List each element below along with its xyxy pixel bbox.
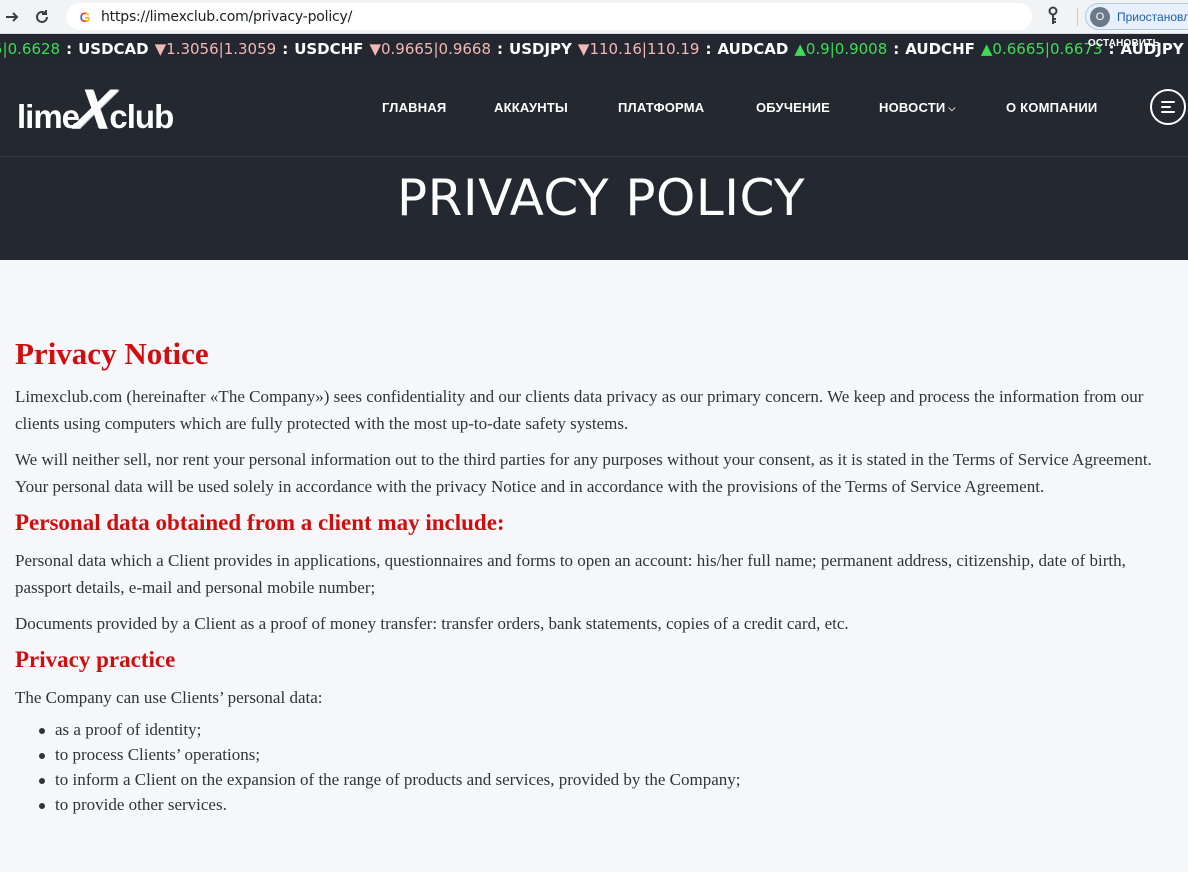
ticker-item: : USDCAD ▼ 1.3056|1.3059 <box>60 40 276 58</box>
ticker-quote: 0.9665|0.9668 <box>380 40 492 58</box>
currency-ticker: 5|0.6628 :USDCAD▼1.3056|1.3059:USDCHF▼0.… <box>0 34 1188 62</box>
nav-accounts[interactable]: АККАУНТЫ <box>494 100 568 115</box>
arrow-down-icon: ▼ <box>154 40 167 58</box>
nav-education[interactable]: ОБУЧЕНИЕ <box>756 100 830 115</box>
avatar: О <box>1090 6 1110 27</box>
nav-home[interactable]: ГЛАВНАЯ <box>382 100 446 115</box>
title-band: PRIVACY POLICY <box>0 156 1188 260</box>
site-header: limeXclub ГЛАВНАЯ АККАУНТЫ ПЛАТФОРМА ОБУ… <box>0 62 1188 156</box>
nav-news[interactable]: НОВОСТИ ⌵ <box>879 100 955 115</box>
nav-news-label: НОВОСТИ <box>879 100 946 115</box>
personal-data-heading: Personal data obtained from a client may… <box>15 510 505 535</box>
ticker-symbol: USDCAD <box>78 40 149 58</box>
ticker-leading-quote: 5|0.6628 <box>0 40 61 58</box>
notice-paragraph-2: We will neither sell, nor rent your pers… <box>15 450 1152 496</box>
personal-paragraph-2: Documents provided by a Client as a proo… <box>15 614 849 633</box>
google-icon: G <box>75 9 95 25</box>
privacy-notice-heading: Privacy Notice <box>15 336 209 371</box>
practice-list: as a proof of identity; to process Clien… <box>15 717 1185 817</box>
policy-content: Privacy Notice Limexclub.com (hereinafte… <box>15 336 1185 817</box>
profile-status: Приостановл <box>1117 9 1188 24</box>
ticker-separator: : <box>66 40 73 58</box>
ticker-quote: 1.3056|1.3059 <box>166 40 277 58</box>
ticker-quote: 0.9|0.9008 <box>805 40 888 58</box>
arrow-up-icon: ▲ <box>980 40 993 58</box>
url-text: https://limexclub.com/privacy-policy/ <box>101 8 353 25</box>
chevron-down-icon: ⌵ <box>948 103 956 113</box>
arrow-down-icon: ▼ <box>369 40 381 58</box>
reload-icon[interactable] <box>30 5 54 29</box>
ticker-separator: : <box>705 40 712 58</box>
ticker-item: : USDCHF ▼ 0.9665|0.9668 <box>276 40 491 58</box>
ticker-item: : AUDCHF ▲ 0.6665|0.6673 <box>887 40 1102 58</box>
address-bar[interactable]: G https://limexclub.com/privacy-policy/ <box>66 3 1032 30</box>
ticker-quote: 0.6665|0.6673 <box>992 40 1103 58</box>
profile-button[interactable]: О Приостановл <box>1085 3 1188 30</box>
ticker-track: 5|0.6628 :USDCAD▼1.3056|1.3059:USDCHF▼0.… <box>0 40 1188 58</box>
key-icon[interactable] <box>1045 6 1061 28</box>
ticker-symbol: USDCHF <box>294 40 364 58</box>
browser-toolbar: G https://limexclub.com/privacy-policy/ … <box>0 0 1188 34</box>
practice-intro: The Company can use Clients’ personal da… <box>15 688 323 707</box>
arrow-up-icon: ▲ <box>794 40 806 58</box>
arrow-down-icon: ▼ <box>577 40 590 58</box>
nav-about[interactable]: О КОМПАНИИ <box>1006 100 1097 115</box>
nav-platform[interactable]: ПЛАТФОРМА <box>618 100 704 115</box>
personal-paragraph-1: Personal data which a Client provides in… <box>15 551 1126 597</box>
list-item: as a proof of identity; <box>39 717 1185 742</box>
ticker-symbol: AUDCAD <box>717 40 789 58</box>
ticker-separator: : <box>282 40 289 58</box>
ticker-item: : AUDCAD ▲ 0.9|0.9008 <box>699 40 887 58</box>
ticker-separator: : <box>497 40 504 58</box>
toolbar-divider <box>1077 8 1078 26</box>
list-item: to process Clients’ operations; <box>39 742 1185 767</box>
forward-arrow-icon[interactable] <box>0 5 24 29</box>
main-nav: ГЛАВНАЯ АККАУНТЫ ПЛАТФОРМА ОБУЧЕНИЕ НОВО… <box>0 62 1188 156</box>
privacy-practice-heading: Privacy practice <box>15 647 176 672</box>
ticker-pause-button[interactable]: ОСТАНОВИТЬ <box>1088 38 1160 49</box>
hamburger-menu-icon[interactable] <box>1150 89 1186 125</box>
ticker-separator: : <box>893 40 900 58</box>
page-title: PRIVACY POLICY <box>396 169 806 227</box>
ticker-symbol: USDJPY <box>509 40 572 58</box>
list-item: to inform a Client on the expansion of t… <box>39 767 1185 792</box>
list-item: to provide other services. <box>39 792 1185 817</box>
ticker-item: : USDJPY ▼ 110.16|110.19 <box>491 40 699 58</box>
ticker-symbol: AUDCHF <box>905 40 975 58</box>
ticker-quote: 110.16|110.19 <box>589 40 700 58</box>
notice-paragraph-1: Limexclub.com (hereinafter «The Company»… <box>15 387 1144 433</box>
